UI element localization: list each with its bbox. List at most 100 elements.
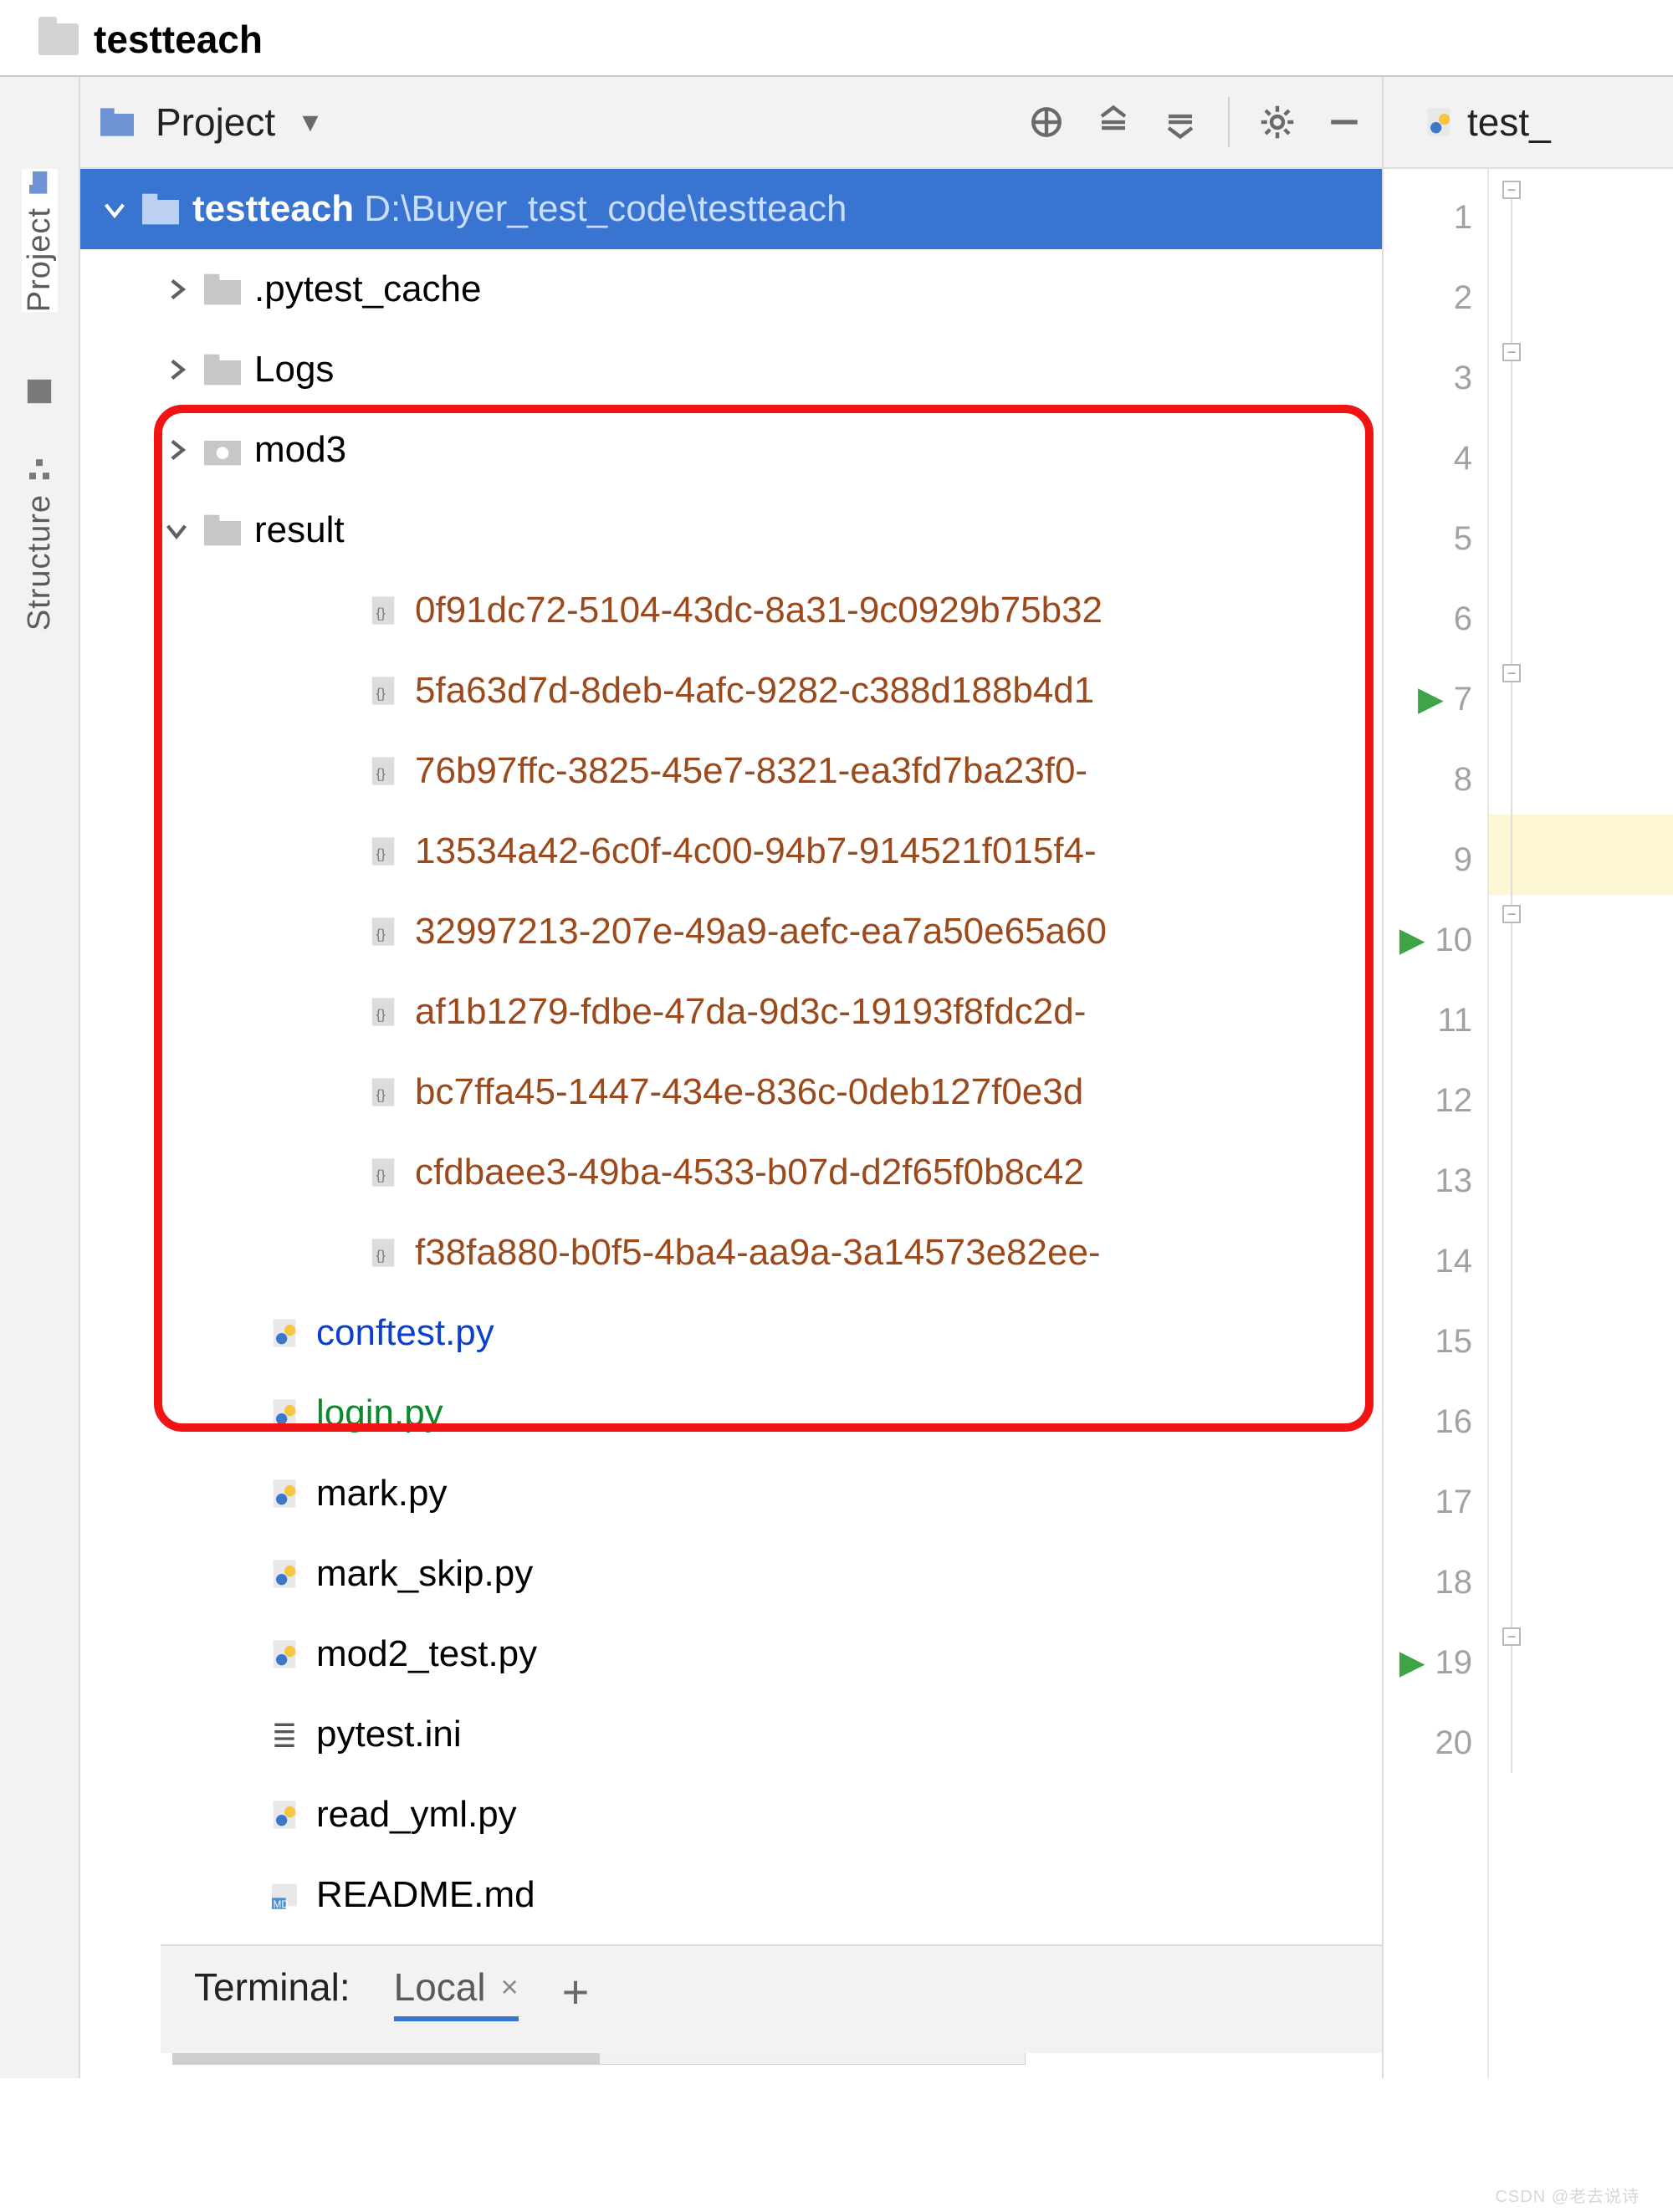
tree-file[interactable]: {}13534a42-6c0f-4c00-94b7-914521f015f4-: [80, 811, 1382, 891]
gutter-line[interactable]: ▶10: [1384, 900, 1472, 980]
tree-file-mark-skip[interactable]: mark_skip.py: [80, 1534, 1382, 1614]
fold-toggle-icon[interactable]: [1502, 181, 1521, 199]
expand-all-button[interactable]: [1091, 100, 1136, 145]
gutter-line[interactable]: 20: [1384, 1703, 1472, 1783]
panel-title[interactable]: Project: [156, 100, 275, 145]
fold-toggle-icon[interactable]: [1502, 1627, 1521, 1646]
tool-window-strip: Project Structure: [0, 77, 80, 2078]
sidebar-tab-structure[interactable]: Structure: [22, 456, 58, 631]
json-file-icon: {}: [365, 754, 402, 788]
gutter-line[interactable]: 1: [1384, 177, 1472, 258]
tree-file[interactable]: {}cfdbaee3-49ba-4533-b07d-d2f65f0b8c42: [80, 1132, 1382, 1213]
editor-tabs[interactable]: test_: [1384, 77, 1673, 169]
gutter-line[interactable]: 2: [1384, 258, 1472, 338]
chevron-down-icon[interactable]: [100, 195, 129, 223]
tree-folder-logs[interactable]: Logs: [80, 330, 1382, 410]
line-number: 3: [1454, 360, 1472, 397]
gutter-line[interactable]: 8: [1384, 739, 1472, 820]
package-icon: [204, 433, 241, 467]
run-icon[interactable]: ▶: [1418, 680, 1444, 718]
gutter-line[interactable]: 14: [1384, 1221, 1472, 1301]
tree-node-label: testteach: [192, 188, 354, 230]
fold-toggle-icon[interactable]: [1502, 905, 1521, 923]
gutter-line[interactable]: 11: [1384, 980, 1472, 1060]
select-opened-file-button[interactable]: [1024, 100, 1069, 145]
editor-fold-strip[interactable]: [1489, 169, 1536, 2078]
json-file-icon: {}: [365, 1075, 402, 1109]
tree-folder-pytest-cache[interactable]: .pytest_cache: [80, 249, 1382, 330]
gutter-line[interactable]: ▶19: [1384, 1622, 1472, 1703]
tree-node-label: read_yml.py: [316, 1794, 517, 1836]
fold-toggle-icon[interactable]: [1502, 664, 1521, 682]
breadcrumb[interactable]: testteach: [0, 0, 1673, 75]
chevron-right-icon[interactable]: [162, 275, 191, 304]
tree-file-login[interactable]: login.py: [80, 1373, 1382, 1453]
tree-file-read-yml[interactable]: read_yml.py: [80, 1775, 1382, 1855]
tree-folder-result[interactable]: result: [80, 490, 1382, 570]
tree-file[interactable]: {}0f91dc72-5104-43dc-8a31-9c0929b75b32: [80, 570, 1382, 651]
tree-file[interactable]: {}76b97ffc-3825-45e7-8321-ea3fd7ba23f0-: [80, 731, 1382, 811]
close-icon[interactable]: ×: [501, 1969, 519, 2005]
tree-node-label: 0f91dc72-5104-43dc-8a31-9c0929b75b32: [415, 590, 1103, 631]
editor: test_ 123456▶789▶101112131415161718▶1920: [1384, 77, 1673, 2078]
tree-node-label: af1b1279-fdbe-47da-9d3c-19193f8fdc2d-: [415, 991, 1086, 1033]
gutter-line[interactable]: 12: [1384, 1060, 1472, 1141]
tree-file-pytest-ini[interactable]: pytest.ini: [80, 1694, 1382, 1775]
tree-file[interactable]: {}f38fa880-b0f5-4ba4-aa9a-3a14573e82ee-: [80, 1213, 1382, 1293]
gutter-line[interactable]: 5: [1384, 498, 1472, 579]
hide-button[interactable]: [1322, 100, 1367, 145]
terminal-tool-window-header[interactable]: Terminal: Local × +: [161, 1944, 1382, 2053]
tree-node-label: login.py: [316, 1392, 443, 1434]
tree-file-mark[interactable]: mark.py: [80, 1453, 1382, 1534]
tree-file-conftest[interactable]: conftest.py: [80, 1293, 1382, 1373]
gutter-line[interactable]: ▶7: [1384, 659, 1472, 739]
tree-file[interactable]: {}bc7ffa45-1447-434e-836c-0deb127f0e3d: [80, 1052, 1382, 1132]
project-tree[interactable]: testteach D:\Buyer_test_code\testteach .…: [80, 169, 1382, 2078]
settings-button[interactable]: [1255, 100, 1300, 145]
tree-file-mod2-test[interactable]: mod2_test.py: [80, 1614, 1382, 1694]
terminal-tab-local[interactable]: Local ×: [394, 1964, 519, 2021]
line-number: 9: [1454, 841, 1472, 879]
tree-file[interactable]: {}5fa63d7d-8deb-4afc-9282-c388d188b4d1: [80, 651, 1382, 731]
gutter-line[interactable]: 4: [1384, 418, 1472, 498]
minimize-icon: [1327, 105, 1362, 140]
add-terminal-button[interactable]: +: [562, 1964, 590, 2019]
tree-folder-mod3[interactable]: mod3: [80, 410, 1382, 490]
tree-node-label: Logs: [254, 349, 334, 391]
gutter-line[interactable]: 17: [1384, 1462, 1472, 1542]
python-file-icon: [266, 1397, 303, 1430]
run-icon[interactable]: ▶: [1399, 1643, 1425, 1682]
tree-node-label: 32997213-207e-49a9-aefc-ea7a50e65a60: [415, 911, 1107, 953]
tree-node-label: conftest.py: [316, 1312, 494, 1354]
chevron-down-icon[interactable]: [162, 516, 191, 544]
editor-text-area[interactable]: [1536, 169, 1673, 2078]
tree-file-readme[interactable]: MDREADME.md: [80, 1855, 1382, 1935]
tree-file[interactable]: {} af1b1279-fdbe-47da-9d3c-19193f8fdc2d-: [80, 972, 1382, 1052]
gutter-line[interactable]: 9: [1384, 820, 1472, 900]
folder-icon: [38, 23, 79, 55]
editor-tab-label[interactable]: test_: [1467, 100, 1551, 145]
chevron-right-icon[interactable]: [162, 436, 191, 464]
markdown-file-icon: MD: [266, 1878, 303, 1912]
line-number: 16: [1435, 1403, 1473, 1441]
gutter-line[interactable]: 3: [1384, 338, 1472, 418]
line-number: 1: [1454, 199, 1472, 237]
tree-file[interactable]: {}32997213-207e-49a9-aefc-ea7a50e65a60: [80, 891, 1382, 972]
gutter-line[interactable]: 16: [1384, 1382, 1472, 1462]
tree-root[interactable]: testteach D:\Buyer_test_code\testteach: [80, 169, 1382, 249]
chevron-down-icon[interactable]: ▼: [297, 107, 324, 138]
editor-gutter[interactable]: 123456▶789▶101112131415161718▶1920: [1384, 169, 1489, 2078]
collapse-all-button[interactable]: [1158, 100, 1203, 145]
sidebar-tab-project[interactable]: Project: [22, 169, 58, 312]
gutter-line[interactable]: 15: [1384, 1301, 1472, 1382]
json-file-icon: {}: [365, 674, 402, 708]
gutter-line[interactable]: 18: [1384, 1542, 1472, 1622]
gutter-line[interactable]: 13: [1384, 1141, 1472, 1221]
run-icon[interactable]: ▶: [1399, 921, 1425, 959]
fold-toggle-icon[interactable]: [1502, 343, 1521, 361]
gutter-line[interactable]: 6: [1384, 579, 1472, 659]
tree-node-path: D:\Buyer_test_code\testteach: [364, 188, 847, 230]
json-file-icon: {}: [365, 995, 402, 1029]
python-file-icon: [266, 1798, 303, 1831]
chevron-right-icon[interactable]: [162, 355, 191, 384]
